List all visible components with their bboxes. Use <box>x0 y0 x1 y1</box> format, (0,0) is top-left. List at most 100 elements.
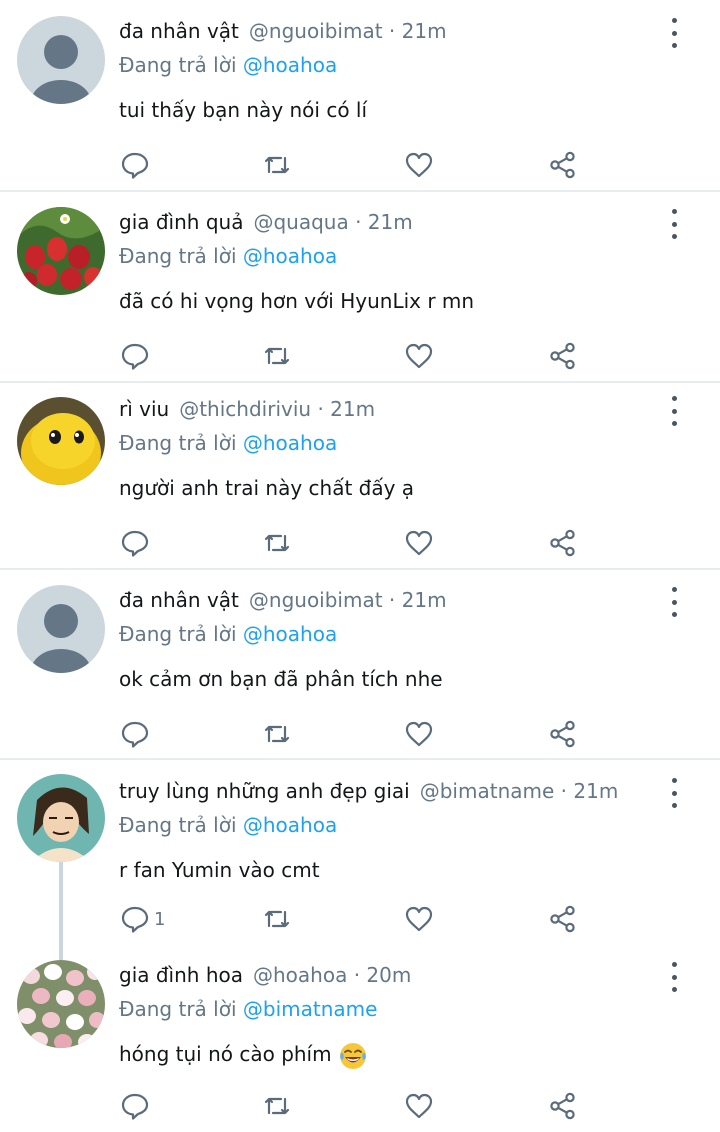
more-vertical-icon[interactable] <box>662 962 686 992</box>
tweet-text: người anh trai này chất đấy ạ <box>119 476 415 500</box>
replying-prefix: Đang trả lời <box>119 431 237 455</box>
tweet[interactable]: gia đình hoa @hoahoa · 20m Đang trả lời @… <box>0 942 720 1132</box>
action-bar <box>0 526 720 560</box>
replying-prefix: Đang trả lời <box>119 813 237 837</box>
reply-button[interactable] <box>120 148 154 182</box>
tweet[interactable]: đa nhân vật @nguoibimat · 21m Đang trả lờ… <box>0 569 720 759</box>
replying-to-handle[interactable]: @hoahoa <box>243 53 337 77</box>
avatar[interactable] <box>17 397 105 485</box>
avatar[interactable] <box>17 207 105 295</box>
retweet-icon <box>264 347 290 365</box>
display-name[interactable]: gia đình quả <box>119 210 243 234</box>
avatar[interactable] <box>17 960 105 1048</box>
retweet-button[interactable] <box>262 717 292 751</box>
strawberry-avatar-icon <box>17 207 105 295</box>
reply-icon <box>121 343 149 370</box>
timestamp[interactable]: 20m <box>366 963 411 987</box>
share-icon <box>550 342 575 370</box>
reply-button[interactable] <box>120 526 154 560</box>
replying-to-handle[interactable]: @hoahoa <box>243 244 337 268</box>
avatar[interactable] <box>17 774 105 862</box>
user-handle[interactable]: @nguoibimat <box>249 588 383 612</box>
separator-dot: · <box>388 588 396 612</box>
display-name[interactable]: đa nhân vật <box>119 588 239 612</box>
retweet-button[interactable] <box>262 526 292 560</box>
like-icon <box>405 343 433 369</box>
avatar[interactable] <box>17 585 105 673</box>
retweet-icon <box>264 156 290 174</box>
action-bar: 1 <box>0 902 720 936</box>
timestamp[interactable]: 21m <box>402 19 447 43</box>
tweet[interactable]: gia đình quả @quaqua · 21m Đang trả lời @… <box>0 191 720 381</box>
timestamp[interactable]: 21m <box>330 397 375 421</box>
avatar[interactable] <box>17 16 105 104</box>
tweet-text: hóng tụi nó cào phím <box>119 1042 332 1066</box>
user-handle[interactable]: @bimatname <box>420 779 555 803</box>
like-button[interactable] <box>404 1089 434 1123</box>
like-button[interactable] <box>404 717 434 751</box>
tweet-text: r fan Yumin vào cmt <box>119 858 320 882</box>
tweet-text: tui thấy bạn này nói có lí <box>119 98 368 122</box>
share-button[interactable] <box>548 526 578 560</box>
share-icon <box>550 151 575 179</box>
user-handle[interactable]: @thichdiriviu <box>179 397 311 421</box>
replying-to-handle[interactable]: @hoahoa <box>243 622 337 646</box>
more-vertical-icon[interactable] <box>662 778 686 808</box>
more-vertical-icon[interactable] <box>662 209 686 239</box>
display-name[interactable]: truy lùng những anh đẹp giai <box>119 779 410 803</box>
tweet-header: đa nhân vật @nguoibimat · 21m <box>119 16 650 46</box>
like-button[interactable] <box>404 339 434 373</box>
tweet[interactable]: truy lùng những anh đẹp giai @bimatname ·… <box>0 760 720 950</box>
tweet-text: ok cảm ơn bạn đã phân tích nhe <box>119 667 443 691</box>
share-button[interactable] <box>548 339 578 373</box>
separator-dot: · <box>317 397 324 421</box>
tweet-header: gia đình hoa @hoahoa · 20m <box>119 960 650 990</box>
timestamp[interactable]: 21m <box>402 588 447 612</box>
reply-icon <box>121 906 149 933</box>
tweet-header: đa nhân vật @nguoibimat · 21m <box>119 585 650 615</box>
share-button[interactable] <box>548 902 578 936</box>
share-button[interactable] <box>548 1089 578 1123</box>
reply-button[interactable] <box>120 717 154 751</box>
retweet-button[interactable] <box>262 1089 292 1123</box>
user-handle[interactable]: @nguoibimat <box>249 19 383 43</box>
action-bar <box>0 148 720 182</box>
replying-to: Đang trả lời @bimatname <box>119 994 377 1024</box>
like-button[interactable] <box>404 526 434 560</box>
drawing-avatar-icon <box>17 774 105 862</box>
replying-to: Đang trả lời @hoahoa <box>119 619 337 649</box>
share-button[interactable] <box>548 717 578 751</box>
reply-button[interactable] <box>120 1089 154 1123</box>
more-vertical-icon[interactable] <box>662 18 686 48</box>
reply-button[interactable] <box>120 339 154 373</box>
retweet-icon <box>264 534 290 552</box>
reply-button[interactable]: 1 <box>120 902 165 936</box>
retweet-button[interactable] <box>262 148 292 182</box>
timestamp[interactable]: 21m <box>573 779 618 803</box>
like-button[interactable] <box>404 148 434 182</box>
share-icon <box>550 905 575 933</box>
share-button[interactable] <box>548 148 578 182</box>
replying-to: Đang trả lời @hoahoa <box>119 50 337 80</box>
retweet-button[interactable] <box>262 339 292 373</box>
tweet[interactable]: đa nhân vật @nguoibimat · 21m Đang trả lờ… <box>0 0 720 190</box>
like-icon <box>405 906 433 932</box>
tweet-text: đã có hi vọng hơn với HyunLix r mn <box>119 289 475 313</box>
user-handle[interactable]: @hoahoa <box>253 963 347 987</box>
replying-to-handle[interactable]: @bimatname <box>243 997 378 1021</box>
like-button[interactable] <box>404 902 434 936</box>
timestamp[interactable]: 21m <box>368 210 413 234</box>
display-name[interactable]: gia đình hoa <box>119 963 243 987</box>
user-handle[interactable]: @quaqua <box>253 210 348 234</box>
laughing-tears-emoji-icon <box>339 1042 366 1069</box>
replying-to-handle[interactable]: @hoahoa <box>243 431 337 455</box>
more-vertical-icon[interactable] <box>662 396 686 426</box>
display-name[interactable]: đa nhân vật <box>119 19 239 43</box>
reply-count: 1 <box>154 908 166 930</box>
replying-to-handle[interactable]: @hoahoa <box>243 813 337 837</box>
retweet-button[interactable] <box>262 902 292 936</box>
more-vertical-icon[interactable] <box>662 587 686 617</box>
reply-icon <box>121 1093 149 1120</box>
tweet[interactable]: rì viu @thichdiriviu · 21m Đang trả lời @… <box>0 378 720 568</box>
display-name[interactable]: rì viu <box>119 397 169 421</box>
